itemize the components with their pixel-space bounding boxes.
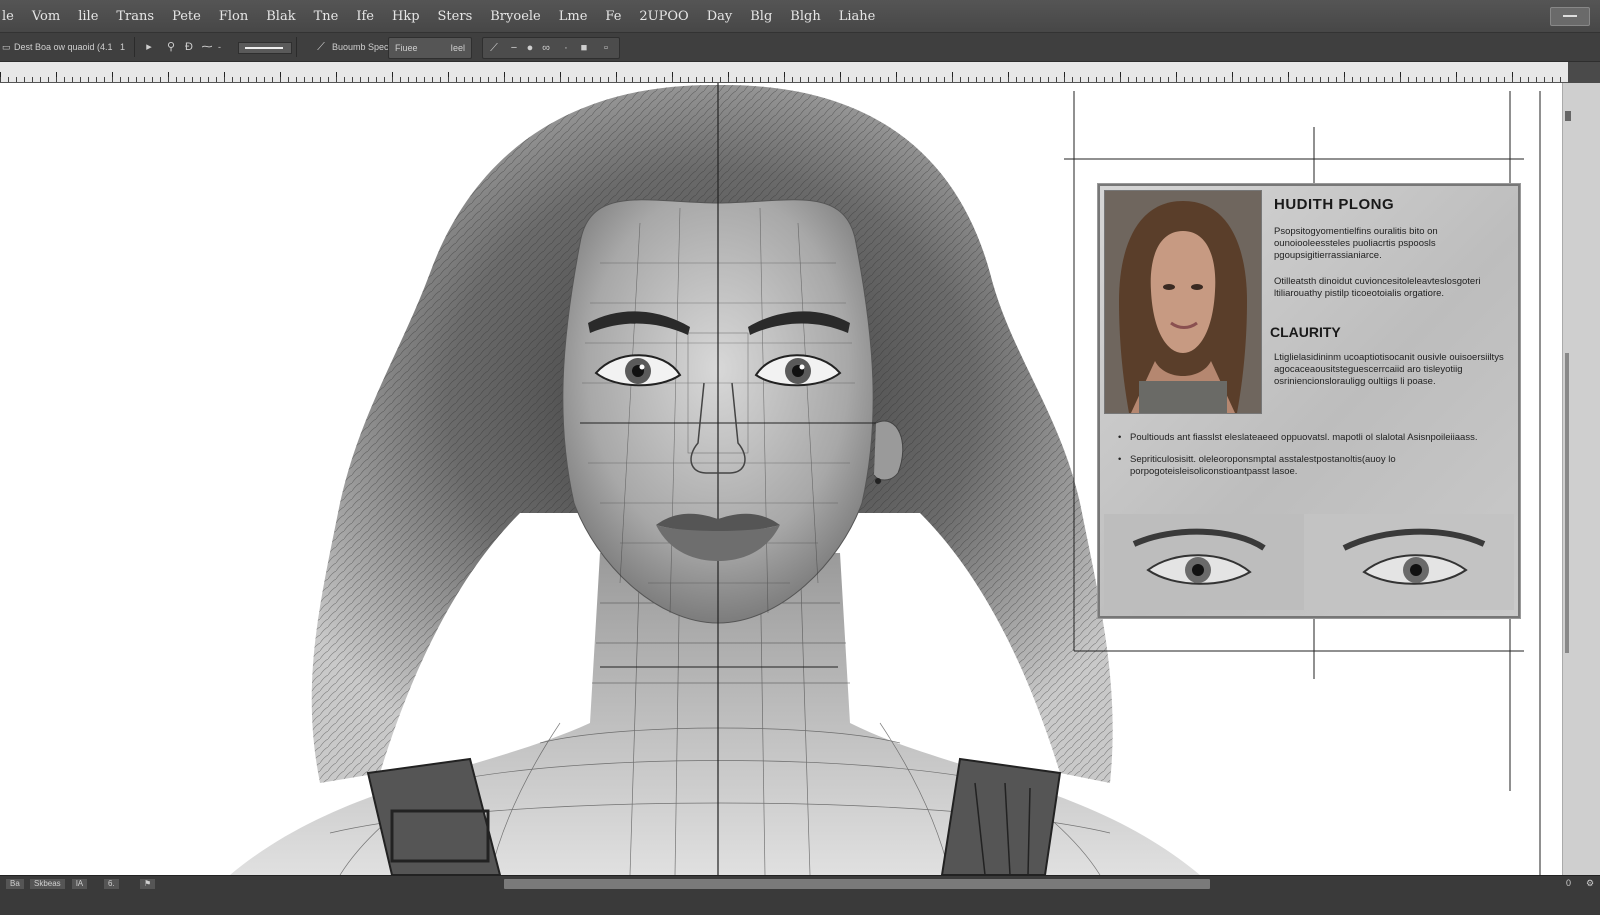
menu-item[interactable]: Sters [430,9,481,24]
card-paragraph-3: Ltiglielasidininm ucoaptiotisocanit ousi… [1274,352,1504,387]
tool-options-bar: ▭ Dest Boa ow quaoid (4.1 1 ▸ ⚲ Ɖ ⁓ ‐ ⟋ … [0,33,1600,62]
mode-field-value: Fiuee [395,43,418,53]
menu-item[interactable]: Trans [108,9,162,24]
vertical-scrollbar[interactable] [1562,83,1600,875]
menu-item[interactable]: Pete [164,9,209,24]
menu-item[interactable]: Hkp [384,9,428,24]
more-icon[interactable]: ▫ [597,38,615,58]
portrait-photo [1104,190,1262,414]
scroll-up-button[interactable] [1565,111,1571,121]
earring [875,478,881,484]
brush-field[interactable]: Buoumb Spece [332,37,394,57]
card-paragraph-1: Psopsitogyomentielfins ouralitis bito on… [1274,226,1438,261]
mode-field[interactable]: Fiuee Ieel [388,37,472,59]
horizontal-ruler[interactable] [0,62,1568,83]
menu-item[interactable]: le [0,9,22,24]
reference-card[interactable]: HUDITH PLONG Psopsitogyomentielfins oura… [1098,184,1520,618]
airbrush-icon[interactable]: ⚲ [162,37,180,57]
brush-size-value: 1 [120,42,126,52]
angle-icon[interactable]: ⟋ [312,37,330,57]
card-bullet-item: Sepriticulosisitt. oleleoroponsmptal ass… [1118,454,1508,478]
card-paragraph-2: Otilleatsth dinoidut cuvioncesitoleleavt… [1274,276,1481,299]
divider [134,37,135,57]
menu-item[interactable]: Flon [211,9,256,24]
pressure-icon[interactable]: ⟋ [485,38,503,58]
dropdown-chevron-icon[interactable]: ‐ [218,37,221,57]
flow-field-value: Ieel [450,43,465,53]
menu-item[interactable]: Day [699,9,741,24]
menu-item[interactable]: Bryoele [482,9,548,24]
document-canvas[interactable]: HUDITH PLONG Psopsitogyomentielfins oura… [0,83,1562,875]
menu-item[interactable]: Vom [24,9,68,24]
card-bullet-list: Poultiouds ant fiasslst eleslateaeed opp… [1118,432,1508,488]
settings-icon[interactable]: ⚙ [1586,878,1594,889]
card-bullet-item: Poultiouds ant fiasslst eleslateaeed opp… [1118,432,1508,444]
menu-item[interactable]: Lme [551,9,596,24]
eye-study-right [1304,514,1514,610]
dot-icon[interactable]: · [557,38,575,58]
zoom-level: 0 [1566,878,1572,888]
card-title: HUDITH PLONG [1274,196,1395,213]
menu-item[interactable]: lile [70,9,106,24]
menu-item[interactable]: Fe [597,9,629,24]
scrollbar-thumb[interactable] [1565,353,1569,653]
ear-shape [873,420,904,481]
smoothing-icon[interactable]: ⁓ [198,37,216,57]
status-item-3[interactable]: lA [72,879,88,889]
menu-item[interactable]: Blg [742,9,780,24]
eye-study-left [1104,514,1314,610]
brush-tip-icon[interactable]: ▸ [140,37,158,57]
opacity-slider[interactable] [238,42,292,54]
strap-right [940,757,1062,875]
menu-item[interactable]: Liahe [831,9,884,24]
menu-item[interactable]: 2UPOO [631,9,696,24]
square-icon[interactable]: ■ [575,38,593,58]
tool-icon[interactable]: ▭ [2,37,11,57]
menu-item[interactable]: Tne [306,9,347,24]
horizontal-scrollbar[interactable] [504,879,1210,889]
status-item-4[interactable]: 6. [104,879,119,889]
brush-preset-label[interactable]: Dest Boa ow quaoid (4.1 [14,37,113,57]
card-section-heading: CLAURITY [1270,324,1341,340]
menu-item[interactable]: Ife [348,9,382,24]
pen-pressure-icon[interactable]: Ɖ [180,37,198,57]
status-bar: Ba Skbeas lA 6. ⚑ 0 ⚙ [0,875,1600,915]
divider [296,37,297,57]
extra-options-group: ⟋ − ● ∞ · ■ ▫ [482,37,620,59]
status-pin-icon[interactable]: ⚑ [140,879,156,889]
symmetry-icon[interactable]: ∞ [537,38,555,58]
menu-bar: le Vom lile Trans Pete Flon Blak Tne Ife Hkp Sters… [0,0,1600,33]
menu-list: le Vom lile Trans Pete Flon Blak Tne Ife Hkp Sters… [0,9,883,24]
menu-item[interactable]: Blgh [782,9,828,24]
minimize-window-button[interactable] [1550,7,1590,26]
menu-item[interactable]: Blak [258,9,303,24]
status-item-1[interactable]: Ba [6,879,24,889]
status-item-2[interactable]: Skbeas [30,879,65,889]
